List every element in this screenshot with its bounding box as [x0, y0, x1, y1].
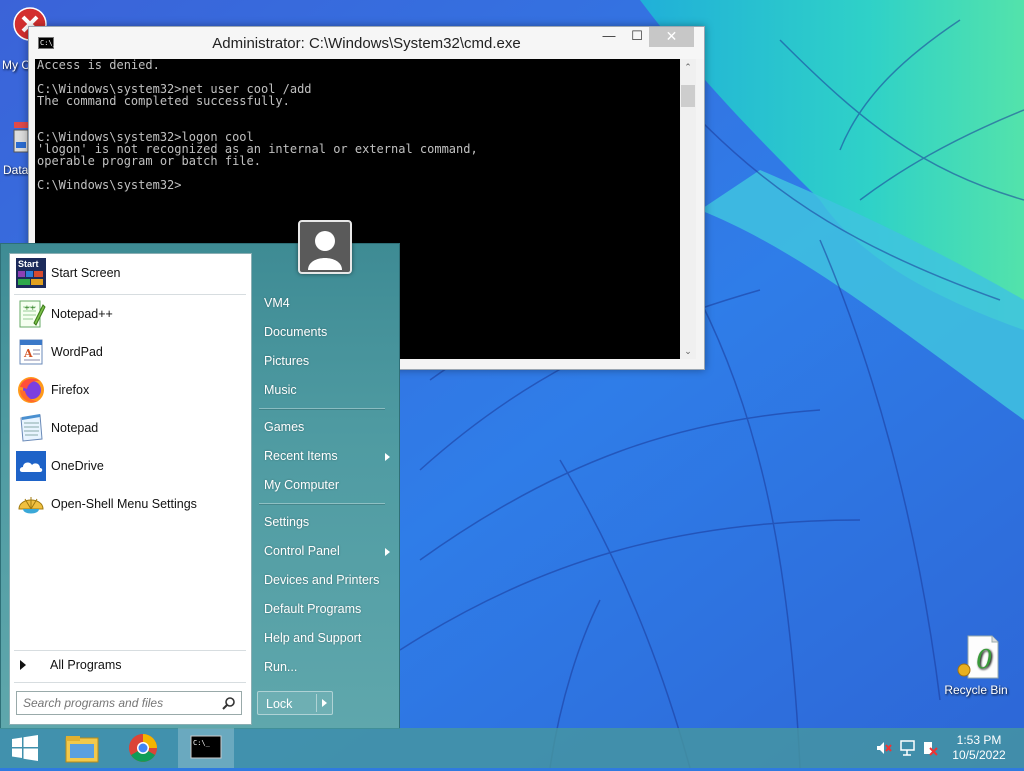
program-label: OneDrive: [51, 459, 104, 473]
expand-arrow-icon: [20, 660, 26, 670]
start-button[interactable]: [0, 728, 50, 768]
program-firefox[interactable]: Firefox: [14, 373, 248, 407]
menu-item-music[interactable]: Music: [264, 383, 297, 397]
submenu-arrow-icon: [385, 548, 390, 556]
program-open-shell-settings[interactable]: Open-Shell Menu Settings: [14, 487, 248, 521]
network-icon[interactable]: [898, 728, 918, 768]
maximize-icon: ☐: [631, 28, 643, 43]
menu-item-user[interactable]: VM4: [264, 296, 290, 310]
volume-muted-icon[interactable]: [874, 728, 894, 768]
program-label: Start Screen: [51, 266, 121, 280]
divider: [259, 408, 385, 409]
menu-item-devices-printers[interactable]: Devices and Printers: [264, 573, 379, 587]
menu-item-documents[interactable]: Documents: [264, 325, 327, 339]
window-titlebar[interactable]: C:\_ Administrator: C:\Windows\System32\…: [29, 27, 704, 59]
onedrive-icon: [16, 451, 46, 481]
cmd-icon: C:\_: [190, 735, 222, 759]
menu-item-settings[interactable]: Settings: [264, 515, 309, 529]
program-label: Notepad: [51, 421, 99, 435]
minimize-button[interactable]: —: [595, 27, 623, 47]
program-label: Firefox: [51, 383, 90, 397]
divider: [259, 503, 385, 504]
submenu-arrow-icon: [385, 453, 390, 461]
program-wordpad[interactable]: A WordPad: [14, 335, 248, 369]
file-explorer-icon: [65, 736, 99, 763]
scroll-down-icon[interactable]: ⌄: [680, 343, 696, 359]
scroll-up-icon[interactable]: ⌃: [680, 59, 696, 75]
menu-item-games[interactable]: Games: [264, 420, 304, 434]
program-notepad[interactable]: Notepad: [14, 411, 248, 445]
menu-item-help-support[interactable]: Help and Support: [264, 631, 361, 645]
taskbar-file-explorer[interactable]: [56, 728, 106, 768]
desktop-icon-label: My C: [2, 58, 30, 72]
minimize-icon: —: [602, 28, 616, 43]
menu-item-my-computer[interactable]: My Computer: [264, 478, 339, 492]
user-avatar-icon: [308, 231, 342, 270]
taskbar: C:\_ 1:53 PM 10/5/2022: [0, 728, 1024, 768]
user-avatar[interactable]: [298, 220, 352, 274]
system-tray: [870, 728, 940, 768]
console-line: operable program or batch file.: [37, 154, 261, 168]
search-icon[interactable]: [222, 696, 236, 710]
wordpad-icon: A: [19, 339, 43, 365]
svg-text:C:\_: C:\_: [193, 739, 211, 747]
recycle-bin-icon: 0: [957, 635, 999, 679]
menu-item-run[interactable]: Run...: [264, 660, 297, 674]
search-input[interactable]: [21, 695, 215, 711]
vertical-scrollbar[interactable]: ⌃ ⌄: [680, 59, 696, 359]
svg-text:++: ++: [24, 304, 36, 312]
start-screen-icon: Start: [16, 258, 46, 288]
scrollbar-thumb[interactable]: [681, 85, 695, 107]
program-start-screen[interactable]: Start Start Screen: [14, 256, 248, 290]
notepad-icon: [20, 414, 43, 442]
chrome-icon: [129, 734, 157, 762]
desktop-icon-label: Recycle Bin: [944, 683, 1008, 697]
program-onedrive[interactable]: OneDrive: [14, 449, 248, 483]
clock-date: 10/5/2022: [952, 748, 1006, 762]
search-box[interactable]: [16, 691, 242, 715]
program-label: Notepad++: [51, 307, 113, 321]
divider: [14, 650, 246, 651]
all-programs-label: All Programs: [50, 658, 122, 672]
close-icon: ✕: [665, 28, 678, 44]
svg-text:A: A: [23, 347, 33, 360]
svg-text:0: 0: [976, 645, 993, 675]
open-shell-icon: [18, 497, 44, 514]
action-center-icon[interactable]: [920, 728, 940, 768]
console-line: The command completed successfully.: [37, 94, 290, 108]
windows-logo-icon: [12, 735, 38, 761]
program-label: Open-Shell Menu Settings: [51, 497, 197, 511]
lock-button[interactable]: Lock: [257, 691, 333, 715]
start-menu: Start Start Screen ++ Notepad++ A WordPa…: [0, 243, 400, 729]
menu-item-default-programs[interactable]: Default Programs: [264, 602, 361, 616]
menu-item-pictures[interactable]: Pictures: [264, 354, 309, 368]
program-label: WordPad: [51, 345, 103, 359]
close-button[interactable]: ✕: [649, 27, 694, 47]
maximize-button[interactable]: ☐: [623, 27, 651, 47]
start-screen-icon-text: Start: [18, 259, 39, 269]
all-programs-button[interactable]: All Programs: [14, 654, 248, 676]
console-line: C:\Windows\system32>: [37, 178, 182, 192]
menu-item-recent-items[interactable]: Recent Items: [264, 449, 338, 463]
divider: [14, 682, 246, 683]
desktop-icon-label: Data: [3, 163, 29, 177]
program-notepad-plus-plus[interactable]: ++ Notepad++: [14, 297, 248, 331]
menu-item-control-panel[interactable]: Control Panel: [264, 544, 340, 558]
start-menu-programs-pane: Start Start Screen ++ Notepad++ A WordPa…: [9, 253, 252, 725]
lock-label: Lock: [266, 697, 293, 711]
power-options-arrow-icon[interactable]: [322, 699, 327, 707]
console-line: Access is denied.: [37, 59, 160, 72]
divider: [14, 294, 246, 295]
firefox-icon: [18, 377, 44, 403]
clock-time: 1:53 PM: [956, 733, 1002, 747]
divider: [316, 694, 317, 712]
taskbar-clock[interactable]: 1:53 PM 10/5/2022: [946, 733, 1012, 763]
desktop-icon-recycle-bin[interactable]: 0 Recycle Bin: [940, 634, 1012, 697]
notepad-plus-plus-icon: ++: [19, 300, 46, 328]
desktop-icon-data[interactable]: Data: [0, 120, 30, 177]
taskbar-chrome[interactable]: [118, 728, 168, 768]
taskbar-cmd[interactable]: C:\_: [178, 728, 234, 768]
